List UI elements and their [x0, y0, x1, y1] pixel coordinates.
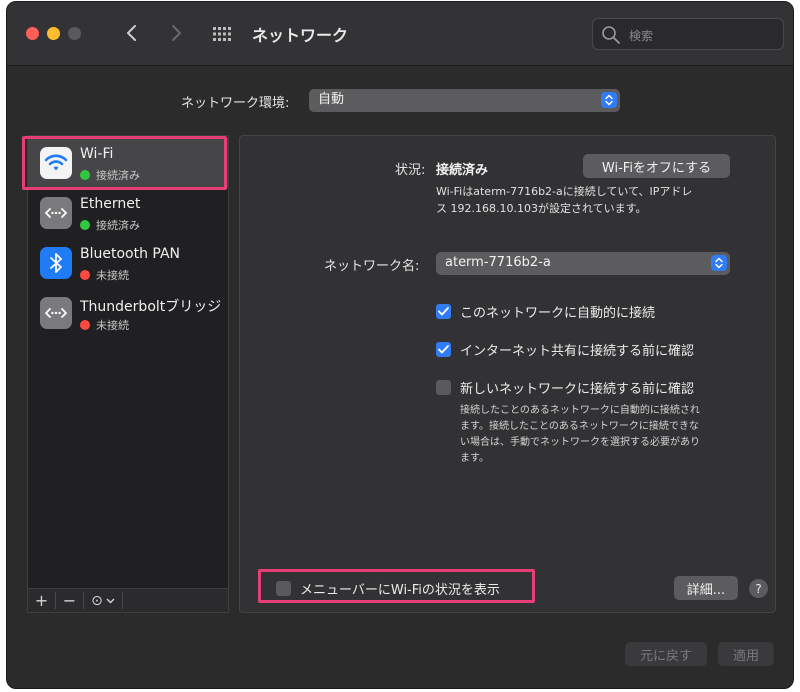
wifi-detail-panel: 状況: 接続済み Wi-Fiをオフにする Wi-Fiはaterm-7716b2-… [239, 135, 776, 613]
chevron-left-icon [127, 25, 136, 41]
bluetooth-icon [40, 247, 72, 279]
zoom-window-button[interactable] [68, 27, 81, 40]
disconnected-dot-icon [80, 270, 90, 280]
checkbox-label: 新しいネットワークに接続する前に確認 [460, 382, 695, 397]
checkmark-icon [436, 304, 451, 319]
turn-wifi-off-button[interactable]: Wi-Fiをオフにする [583, 154, 730, 178]
search-placeholder: 検索 [629, 29, 654, 43]
chevron-right-icon [172, 25, 181, 41]
ethernet-icon [40, 197, 72, 229]
service-status: 未接続 [80, 317, 129, 333]
checkbox-label: インターネット共有に接続する前に確認 [460, 344, 695, 359]
service-item-ethernet[interactable]: Ethernet 接続済み [28, 188, 228, 238]
wifi-highlight-box [22, 136, 227, 190]
service-list-toolbar: + − ⊙ [27, 589, 229, 613]
minimize-window-button[interactable] [47, 27, 60, 40]
note-line: い場合は、手動でネットワークを選択する必要があり [460, 437, 700, 448]
close-window-button[interactable] [26, 27, 39, 40]
service-item-bluetooth-pan[interactable]: Bluetooth PAN 未接続 [28, 238, 228, 288]
more-icon: ⊙ [91, 592, 103, 609]
revert-button[interactable]: 元に戻す [625, 642, 707, 666]
grid-icon [213, 27, 231, 41]
note-line: ます。接続したことのあるネットワークに接続できな [460, 421, 699, 432]
thunderbolt-bridge-icon [40, 297, 72, 329]
ask-before-hotspot-checkbox[interactable]: インターネット共有に接続する前に確認 [436, 340, 694, 359]
note-line: 接続したことのあるネットワークに自動的に接続され [460, 405, 700, 416]
menubar-option-highlight-box [258, 569, 535, 603]
service-name: Thunderboltブリッジ [80, 299, 222, 315]
advanced-button[interactable]: 詳細... [674, 576, 738, 600]
ask-to-join-new-networks-checkbox[interactable]: 新しいネットワークに接続する前に確認 [436, 378, 694, 397]
updown-chevron-icon [601, 92, 617, 108]
checkbox-label: このネットワークに自動的に接続 [460, 306, 656, 321]
service-list: Wi-Fi 接続済み Ethernet 接続済み Bluetooth PAN 未… [27, 135, 229, 589]
connected-dot-icon [80, 220, 90, 230]
unchecked-box-icon [436, 380, 451, 395]
service-status-text: 接続済み [96, 219, 140, 232]
back-button[interactable] [119, 20, 145, 46]
updown-chevron-icon [711, 255, 727, 271]
service-status: 接続済み [80, 217, 140, 233]
network-name-label: ネットワーク名: [324, 259, 420, 274]
action-menu-button[interactable]: ⊙ [84, 589, 122, 612]
status-description-line-1: Wi-Fiはaterm-7716b2-aに接続していて、IPアドレ [436, 185, 693, 198]
network-name-popup[interactable]: aterm-7716b2-a [436, 252, 730, 275]
window-title: ネットワーク [252, 26, 349, 45]
disconnected-dot-icon [80, 320, 90, 330]
search-icon [602, 26, 620, 44]
help-button[interactable]: ? [749, 579, 768, 598]
location-value: 自動 [318, 92, 345, 107]
forward-button[interactable] [163, 20, 189, 46]
checkmark-icon [436, 342, 451, 357]
location-popup[interactable]: 自動 [309, 89, 620, 112]
auto-join-checkbox[interactable]: このネットワークに自動的に接続 [436, 302, 655, 321]
network-name-value: aterm-7716b2-a [445, 255, 551, 270]
service-name: Ethernet [80, 196, 141, 212]
divider [122, 592, 123, 609]
title-bar: ネットワーク 検索 [7, 2, 793, 66]
network-preferences-window: ネットワーク 検索 ネットワーク環境: 自動 Wi-Fi 接続済み Ethern… [6, 1, 794, 689]
service-status-text: 未接続 [96, 269, 129, 282]
search-field[interactable]: 検索 [592, 18, 784, 50]
status-description-line-2: ス 192.168.10.103が設定されています。 [436, 202, 647, 215]
remove-service-button[interactable]: − [56, 589, 83, 612]
service-name: Bluetooth PAN [80, 246, 181, 262]
apply-button[interactable]: 適用 [718, 642, 774, 666]
status-label: 状況: [395, 163, 426, 178]
location-label: ネットワーク環境: [181, 96, 290, 111]
show-all-button[interactable] [212, 24, 232, 44]
service-status-text: 未接続 [96, 319, 129, 332]
chevron-down-icon [106, 598, 115, 603]
note-line: ます。 [460, 453, 489, 464]
ask-to-join-note: 接続したことのあるネットワークに自動的に接続され ます。接続したことのあるネット… [460, 403, 730, 467]
status-value: 接続済み [436, 163, 489, 178]
service-item-thunderbolt-bridge[interactable]: Thunderboltブリッジ 未接続 [28, 288, 228, 338]
service-status: 未接続 [80, 267, 129, 283]
add-service-button[interactable]: + [28, 589, 55, 612]
